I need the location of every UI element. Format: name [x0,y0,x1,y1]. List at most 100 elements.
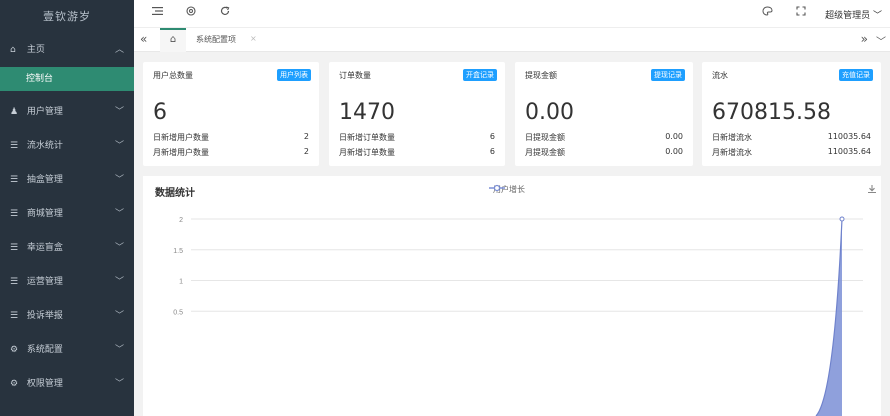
card-title: 提现金额 [525,71,557,80]
card-row-value: 2 [303,147,309,156]
home-icon: ⌂ [10,45,16,55]
card-link-badge[interactable]: 充值记录 [839,69,873,81]
y-tick-label: 2 [179,217,183,224]
y-tick-label: 1.5 [173,248,183,255]
sidebar-item-box[interactable]: ☰ 抽盒管理 ﹀ [0,163,134,197]
card-row-value: 110035.64 [827,132,871,141]
sidebar-item-lucky-box[interactable]: ☰ 幸运盲盒 ﹀ [0,231,134,265]
sidebar-subitem-console[interactable]: 控制台 [0,67,134,91]
sidebar: 壹钦游岁 ⌂ 主页 ︿ 控制台 ♟ 用户管理 ﹀ ☰ 流水统计 ﹀ ☰ 抽盒管理… [0,0,134,416]
home-icon: ⌂ [169,34,177,45]
tab-home[interactable]: ⌂ [160,28,186,52]
tabs-prev-icon[interactable]: « [140,32,147,46]
chevron-down-icon: ﹀ [114,277,124,287]
tabs-more-icon[interactable]: ﹀ [876,33,886,48]
card-link-badge[interactable]: 开盒记录 [463,69,497,81]
card-row-label: 月提现金额 [525,148,565,157]
settings-icon: ⚙ [10,345,19,355]
sidebar-item-flow[interactable]: ☰ 流水统计 ﹀ [0,129,134,163]
card-link-badge[interactable]: 用户列表 [277,69,311,81]
card-row: 月提现金额 0.00 [525,147,683,158]
sidebar-item-operations[interactable]: ☰ 运营管理 ﹀ [0,265,134,299]
menu-toggle-icon[interactable] [152,6,163,19]
stats-chart: 2 1.5 1 0.5 [173,216,863,416]
card-row-label: 日提现金额 [525,133,565,142]
sidebar-item-label: 幸运盲盒 [26,243,63,253]
sidebar-item-label: 用户管理 [26,107,63,117]
card-row: 日提现金额 0.00 [525,132,683,143]
refresh-icon[interactable] [220,6,230,19]
card-row-value: 0.00 [665,147,683,156]
card-row-label: 日新增流水 [712,133,752,142]
theme-icon[interactable] [762,6,773,19]
card-row: 日新增订单数量 6 [339,132,495,143]
card-title: 订单数量 [339,71,371,80]
app-logo: 壹钦游岁 [43,10,91,23]
y-tick-label: 0.5 [173,309,183,316]
sidebar-item-label: 系统配置 [26,345,63,355]
sidebar-item-label: 流水统计 [26,141,63,151]
card-row-label: 月新增流水 [712,148,752,157]
sidebar-item-label: 运营管理 [26,277,63,287]
sidebar-item-complaints[interactable]: ☰ 投诉举报 ﹀ [0,299,134,333]
card-row-value: 6 [489,132,495,141]
card-row-value: 0.00 [665,132,683,141]
chevron-down-icon: ﹀ [114,107,124,117]
sidebar-item-home[interactable]: ⌂ 主页 ︿ [0,33,134,67]
stat-card-users: 用户总数量 用户列表 6 日新增用户数量 2 月新增用户数量 2 [143,62,319,166]
chevron-down-icon: ﹀ [114,209,124,219]
list-icon: ☰ [10,243,19,253]
card-row: 月新增流水 110035.64 [712,147,871,158]
card-value: 670815.58 [712,100,831,125]
sidebar-item-label: 投诉举报 [26,311,63,321]
stat-card-flow: 流水 充值记录 670815.58 日新增流水 110035.64 月新增流水 … [702,62,881,166]
tab-system-config[interactable]: 系统配置项 [196,34,236,45]
chart-title: 数据统计 [155,188,195,199]
stats-chart-panel: 2 1.5 1 0.5 数据统计 用户增长 [143,176,881,416]
chevron-down-icon: ﹀ [114,311,124,321]
sidebar-item-users[interactable]: ♟ 用户管理 ﹀ [0,95,134,129]
sidebar-item-system[interactable]: ⚙ 系统配置 ﹀ [0,333,134,367]
globe-icon[interactable] [186,6,196,19]
user-menu[interactable]: 超级管理员 ﹀ [825,8,882,21]
sidebar-item-mall[interactable]: ☰ 商城管理 ﹀ [0,197,134,231]
sidebar-item-label: 主页 [26,45,45,55]
series-area [816,219,842,416]
chevron-down-icon: ﹀ [114,141,124,151]
list-icon: ☰ [10,311,19,321]
card-row-label: 月新增订单数量 [339,148,395,157]
sidebar-item-permissions[interactable]: ⚙ 权限管理 ﹀ [0,367,134,401]
card-row-value: 110035.64 [827,147,871,156]
stat-card-withdrawals: 提现金额 提现记录 0.00 日提现金额 0.00 月提现金额 0.00 [515,62,693,166]
sidebar-item-label: 抽盒管理 [26,175,63,185]
tab-bar: « ⌂ 系统配置项 × » ﹀ [134,28,890,52]
fullscreen-icon[interactable] [796,6,806,19]
chevron-down-icon: ﹀ [114,379,124,389]
card-row: 月新增用户数量 2 [153,147,309,158]
sidebar-item-label: 权限管理 [26,379,63,389]
users-icon: ♟ [10,107,19,117]
card-row-value: 6 [489,147,495,156]
card-title: 流水 [712,71,728,80]
list-icon: ☰ [10,175,19,185]
card-row-label: 日新增用户数量 [153,133,209,142]
card-row-value: 2 [303,132,309,141]
chevron-down-icon: ﹀ [114,345,124,355]
close-icon[interactable]: × [250,34,257,43]
card-value: 0.00 [525,100,574,125]
card-row-label: 月新增用户数量 [153,148,209,157]
chevron-down-icon: ﹀ [114,175,124,185]
sidebar-item-label: 商城管理 [26,209,63,219]
list-icon: ☰ [10,209,19,219]
permission-icon: ⚙ [10,379,19,389]
user-name: 超级管理员 [825,11,871,21]
list-icon: ☰ [10,141,19,151]
stat-card-orders: 订单数量 开盒记录 1470 日新增订单数量 6 月新增订单数量 6 [329,62,505,166]
tabs-next-icon[interactable]: » [861,32,868,46]
chart-legend[interactable]: 用户增长 [489,184,525,195]
card-row: 月新增订单数量 6 [339,147,495,158]
top-bar: 超级管理员 ﹀ [134,0,890,28]
card-link-badge[interactable]: 提现记录 [651,69,685,81]
chevron-down-icon: ﹀ [114,243,124,253]
data-point[interactable] [839,216,845,222]
